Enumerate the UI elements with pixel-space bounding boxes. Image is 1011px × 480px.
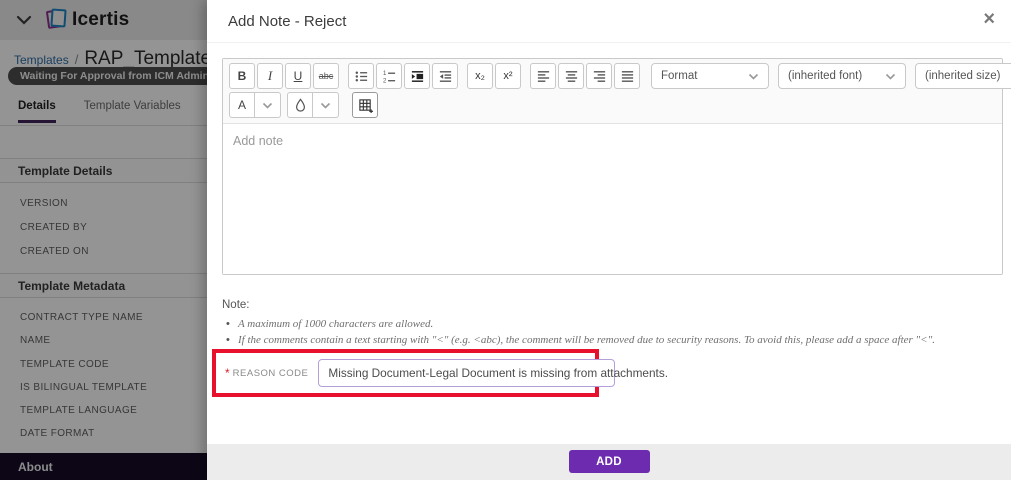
align-left-button[interactable] (530, 63, 556, 89)
align-center-icon (564, 69, 579, 84)
dialog-titlebar: Add Note - Reject × (207, 0, 1011, 43)
numbered-list-button[interactable]: 12 (376, 63, 402, 89)
reason-code-label: REASON CODE (233, 368, 309, 379)
note-bullet: A maximum of 1000 characters are allowed… (222, 316, 1011, 332)
chevron-down-icon (748, 73, 759, 80)
table-icon (358, 98, 373, 113)
reason-code-select[interactable]: Missing Document-Legal Document is missi… (318, 359, 615, 387)
outdent-button[interactable] (432, 63, 458, 89)
align-right-button[interactable] (586, 63, 612, 89)
droplet-icon (294, 98, 307, 112)
note-bullet: If the comments contain a text starting … (222, 332, 1011, 348)
format-dropdown-value: Format (661, 70, 697, 82)
format-dropdown[interactable]: Format (651, 63, 769, 89)
note-info: Note: A maximum of 1000 characters are a… (222, 299, 1011, 348)
close-icon[interactable]: × (983, 9, 995, 29)
underline-button[interactable]: U (285, 63, 311, 89)
background-color-chevron[interactable] (313, 92, 339, 118)
font-dropdown-value: (inherited font) (788, 70, 862, 82)
bullet-list-button[interactable] (348, 63, 374, 89)
required-asterisk: * (225, 366, 230, 380)
add-button[interactable]: ADD (569, 450, 650, 473)
indent-icon (410, 69, 425, 84)
bold-button[interactable]: B (229, 63, 255, 89)
dialog-footer: ADD (207, 444, 1011, 480)
add-note-reject-dialog: Add Note - Reject × B I U abc 12 (207, 0, 1011, 480)
dialog-title: Add Note - Reject (228, 13, 346, 30)
indent-button[interactable] (404, 63, 430, 89)
align-left-icon (536, 69, 551, 84)
rich-text-editor: B I U abc 12 (222, 58, 1003, 275)
align-justify-icon (620, 69, 635, 84)
size-dropdown-value: (inherited size) (925, 70, 1000, 82)
italic-button[interactable]: I (257, 63, 283, 89)
svg-text:1: 1 (382, 70, 386, 77)
align-center-button[interactable] (558, 63, 584, 89)
align-justify-button[interactable] (614, 63, 640, 89)
svg-text:2: 2 (382, 77, 386, 83)
chevron-down-icon (885, 73, 896, 80)
subscript-button[interactable]: x₂ (467, 63, 493, 89)
superscript-button[interactable]: x² (495, 63, 521, 89)
outdent-icon (438, 69, 453, 84)
bullet-list-icon (354, 69, 369, 84)
chevron-down-icon (262, 102, 273, 109)
insert-table-button[interactable] (352, 92, 378, 118)
strikethrough-button[interactable]: abc (313, 63, 339, 89)
note-textarea[interactable]: Add note (223, 124, 1002, 274)
screen: Icertis Templates / RAP_Template with a … (0, 0, 1011, 480)
note-placeholder: Add note (233, 134, 283, 148)
font-dropdown[interactable]: (inherited font) (778, 63, 906, 89)
size-dropdown[interactable]: (inherited size) (915, 63, 1011, 89)
note-heading: Note: (222, 299, 1011, 311)
background-color-button[interactable] (287, 92, 313, 118)
chevron-down-icon (320, 102, 331, 109)
text-color-button[interactable]: A (229, 92, 255, 118)
note-bullet-list: A maximum of 1000 characters are allowed… (222, 316, 1011, 348)
reason-code-highlight-box: * REASON CODE Missing Document-Legal Doc… (212, 349, 599, 397)
text-color-chevron[interactable] (255, 92, 281, 118)
reason-code-value: Missing Document-Legal Document is missi… (328, 366, 668, 380)
align-right-icon (592, 69, 607, 84)
editor-toolbar: B I U abc 12 (223, 59, 1002, 124)
numbered-list-icon: 12 (382, 69, 397, 84)
